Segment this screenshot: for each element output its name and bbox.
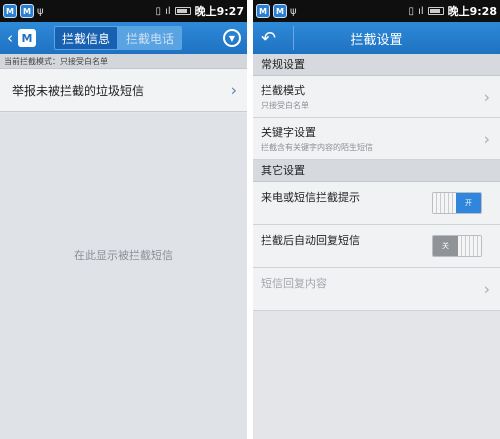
toggle-grip xyxy=(457,236,481,256)
section-header-general: 常规设置 xyxy=(253,54,500,76)
toggle-grip xyxy=(433,193,457,213)
signal-icon: ıl xyxy=(165,5,171,17)
setting-reply-content[interactable]: 短信回复内容 › xyxy=(253,268,500,311)
usb-icon: ψ xyxy=(37,5,44,17)
app-notification-icon: M xyxy=(20,4,34,18)
notify-toggle[interactable]: 开 xyxy=(432,192,482,214)
chevron-left-icon[interactable]: ‹ xyxy=(2,29,18,47)
setting-intercept-notify: 来电或短信拦截提示 开 xyxy=(253,182,500,225)
chevron-right-icon: › xyxy=(483,129,490,148)
setting-sublabel: 只接受白名单 xyxy=(261,101,309,110)
setting-sublabel: 拦截含有关键字内容的陌生短信 xyxy=(261,143,373,152)
setting-label: 关键字设置 xyxy=(261,126,316,139)
battery-icon xyxy=(427,7,444,15)
sim-icon: ▯ xyxy=(408,5,415,17)
setting-label: 短信回复内容 xyxy=(261,277,327,290)
clock: 晚上9:27 xyxy=(194,5,244,18)
menu-button[interactable]: ▼ xyxy=(223,29,241,47)
title-bar: ↶ 拦截设置 xyxy=(253,22,500,54)
tab-intercepted-calls[interactable]: 拦截电话 xyxy=(118,26,182,50)
message-list-area: 在此显示被拦截短信 xyxy=(0,113,247,439)
tab-bar: 拦截信息 拦截电话 xyxy=(54,26,182,50)
clock: 晚上9:28 xyxy=(447,5,497,18)
title-bar: ‹ M 拦截信息 拦截电话 ▼ xyxy=(0,22,247,54)
status-bar: M M ψ ▯ ıl 晚上9:28 xyxy=(253,0,500,22)
setting-label: 拦截模式 xyxy=(261,84,305,97)
sim-icon: ▯ xyxy=(155,5,162,17)
signal-icon: ıl xyxy=(418,5,424,17)
app-notification-icon: M xyxy=(256,4,270,18)
app-notification-icon: M xyxy=(273,4,287,18)
setting-auto-reply: 拦截后自动回复短信 关 xyxy=(253,225,500,268)
usb-icon: ψ xyxy=(290,5,297,17)
back-arrow-icon[interactable]: ↶ xyxy=(261,28,276,49)
chevron-down-icon: ▼ xyxy=(228,33,236,43)
report-spam-label: 举报未被拦截的垃圾短信 xyxy=(12,83,145,98)
tab-intercepted-messages[interactable]: 拦截信息 xyxy=(54,26,118,50)
app-notification-icon: M xyxy=(3,4,17,18)
auto-reply-toggle[interactable]: 关 xyxy=(432,235,482,257)
status-bar: M M ψ ▯ ıl 晚上9:27 xyxy=(0,0,247,22)
chevron-right-icon: › xyxy=(483,87,490,106)
setting-keyword[interactable]: 关键字设置 拦截含有关键字内容的陌生短信 › xyxy=(253,118,500,160)
left-screen: M M ψ ▯ ıl 晚上9:27 ‹ M 拦截信息 拦截电话 ▼ 当前拦截模式… xyxy=(0,0,247,439)
empty-state-text: 在此显示被拦截短信 xyxy=(74,249,173,262)
setting-intercept-mode[interactable]: 拦截模式 只接受白名单 › xyxy=(253,76,500,118)
toggle-state-off: 关 xyxy=(433,236,458,256)
battery-icon xyxy=(174,7,191,15)
toggle-state-on: 开 xyxy=(456,193,481,213)
app-logo: M xyxy=(18,29,36,47)
page-title: 拦截设置 xyxy=(350,32,403,48)
intercept-mode-status: 当前拦截模式：只接受白名单 xyxy=(0,54,247,69)
chevron-right-icon: › xyxy=(483,279,490,299)
right-screen: M M ψ ▯ ıl 晚上9:28 ↶ 拦截设置 常规设置 拦截模式 只接受白名… xyxy=(253,0,500,439)
divider xyxy=(293,26,294,50)
chevron-right-icon: › xyxy=(230,80,237,100)
section-header-other: 其它设置 xyxy=(253,160,500,182)
report-spam-row[interactable]: 举报未被拦截的垃圾短信 › xyxy=(0,69,247,112)
